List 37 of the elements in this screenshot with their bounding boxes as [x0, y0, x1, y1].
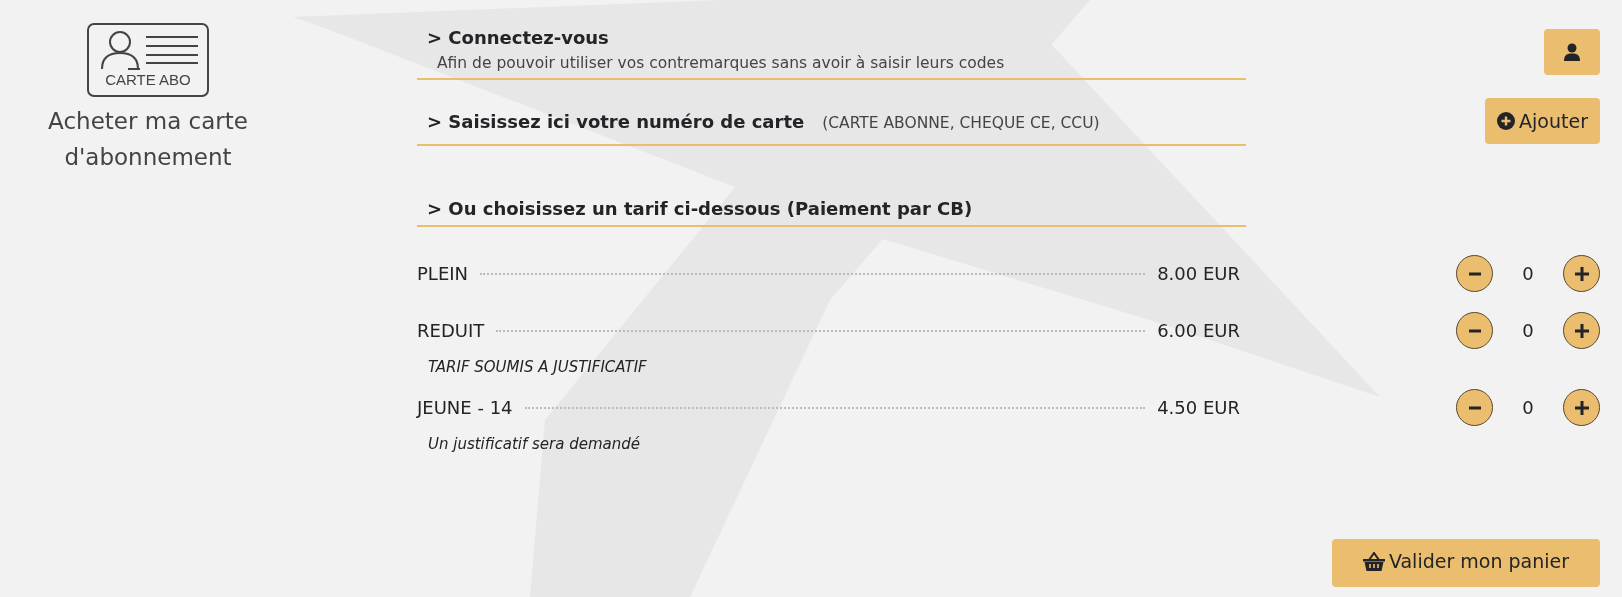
login-description: Afin de pouvoir utiliser vos contremarques sans avoir à saisir leurs codes	[436, 53, 1006, 73]
quantity-value: 0	[1521, 263, 1535, 284]
plus-icon	[1573, 322, 1590, 339]
tariff-price: 4.50 EUR	[1157, 397, 1240, 418]
tariff-price: 8.00 EUR	[1157, 263, 1240, 284]
add-button[interactable]: Ajouter	[1485, 98, 1600, 144]
increase-button[interactable]	[1563, 255, 1600, 292]
checkout-button[interactable]: Valider mon panier	[1332, 539, 1600, 587]
plus-icon	[1573, 265, 1590, 282]
user-icon	[1564, 43, 1580, 61]
card-label: CARTE ABO	[105, 72, 191, 88]
tariff-name: REDUIT	[417, 320, 485, 341]
decrease-button[interactable]	[1456, 312, 1493, 349]
person-lines-icon	[98, 29, 198, 71]
page-title: Acheter ma carte d'abonnement	[48, 107, 248, 172]
increase-button[interactable]	[1563, 312, 1600, 349]
basket-icon	[1362, 551, 1385, 571]
tariff-name: PLEIN	[417, 263, 469, 284]
login-button[interactable]	[1544, 29, 1600, 75]
tariff-price: 6.00 EUR	[1157, 320, 1240, 341]
tariff-name: JEUNE - 14	[417, 397, 513, 418]
card-types-hint: (CARTE ABONNE, CHEQUE CE, CCU)	[822, 113, 1100, 134]
decrease-button[interactable]	[1456, 255, 1493, 292]
minus-icon	[1468, 271, 1481, 276]
quantity-value: 0	[1521, 397, 1535, 418]
tariff-note: Un justificatif sera demandé	[427, 434, 641, 454]
increase-button[interactable]	[1563, 389, 1600, 426]
section-heading: > Connectez-vous	[427, 26, 609, 50]
quantity-value: 0	[1521, 320, 1535, 341]
section-heading: > Saisissez ici votre numéro de carte	[427, 110, 805, 134]
decrease-button[interactable]	[1456, 389, 1493, 426]
minus-icon	[1468, 328, 1481, 333]
minus-icon	[1468, 405, 1481, 410]
plus-icon	[1573, 399, 1590, 416]
section-heading: > Ou choisissez un tarif ci-dessous (Paiement par CB)	[427, 197, 973, 221]
plus-circle-icon	[1497, 112, 1516, 130]
tariff-note: TARIF SOUMIS A JUSTIFICATIF	[427, 357, 648, 377]
